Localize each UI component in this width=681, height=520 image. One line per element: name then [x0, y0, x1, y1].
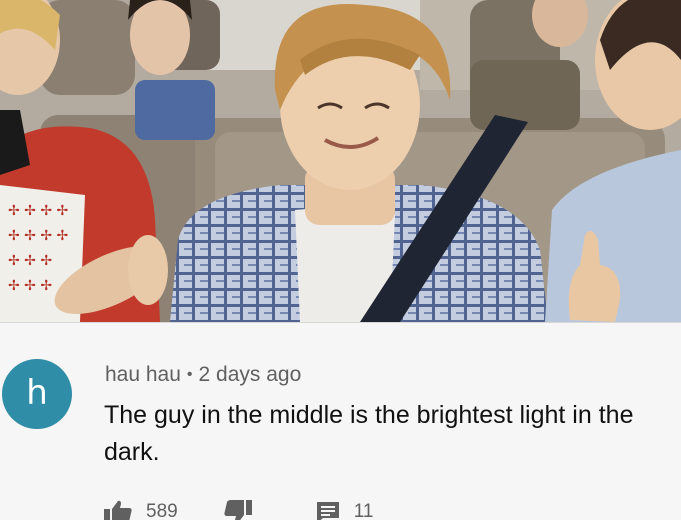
reply-count[interactable]: 11	[354, 501, 374, 520]
thumbs-up-icon[interactable]	[104, 500, 132, 520]
thumbs-down-icon[interactable]	[224, 500, 252, 520]
avatar[interactable]: h	[2, 359, 72, 429]
svg-text:✢ ✢ ✢: ✢ ✢ ✢	[8, 278, 52, 294]
comment-header: hau hau • 2 days ago	[105, 363, 301, 387]
author-name[interactable]: hau hau	[105, 363, 181, 386]
comment-timestamp[interactable]: 2 days ago	[199, 363, 302, 386]
comment-actions: 589 11	[104, 500, 373, 520]
like-count: 589	[146, 501, 178, 520]
comment-item: h hau hau • 2 days ago The guy in the midd…	[0, 322, 681, 520]
svg-text:✢ ✢ ✢: ✢ ✢ ✢	[8, 253, 52, 269]
avatar-letter: h	[26, 373, 48, 413]
comment-body: The guy in the middle is the brightest l…	[104, 401, 634, 466]
comment-icon[interactable]	[316, 501, 340, 520]
video-thumbnail[interactable]: ✢ ✢ ✢ ✢ ✢ ✢ ✢ ✢ ✢ ✢ ✢ ✢ ✢ ✢	[0, 0, 681, 322]
svg-text:✢ ✢ ✢ ✢: ✢ ✢ ✢ ✢	[8, 228, 69, 244]
meta-separator: •	[186, 366, 193, 383]
svg-text:✢ ✢ ✢ ✢: ✢ ✢ ✢ ✢	[8, 203, 69, 219]
video-scene-illustration: ✢ ✢ ✢ ✢ ✢ ✢ ✢ ✢ ✢ ✢ ✢ ✢ ✢ ✢	[0, 0, 681, 322]
